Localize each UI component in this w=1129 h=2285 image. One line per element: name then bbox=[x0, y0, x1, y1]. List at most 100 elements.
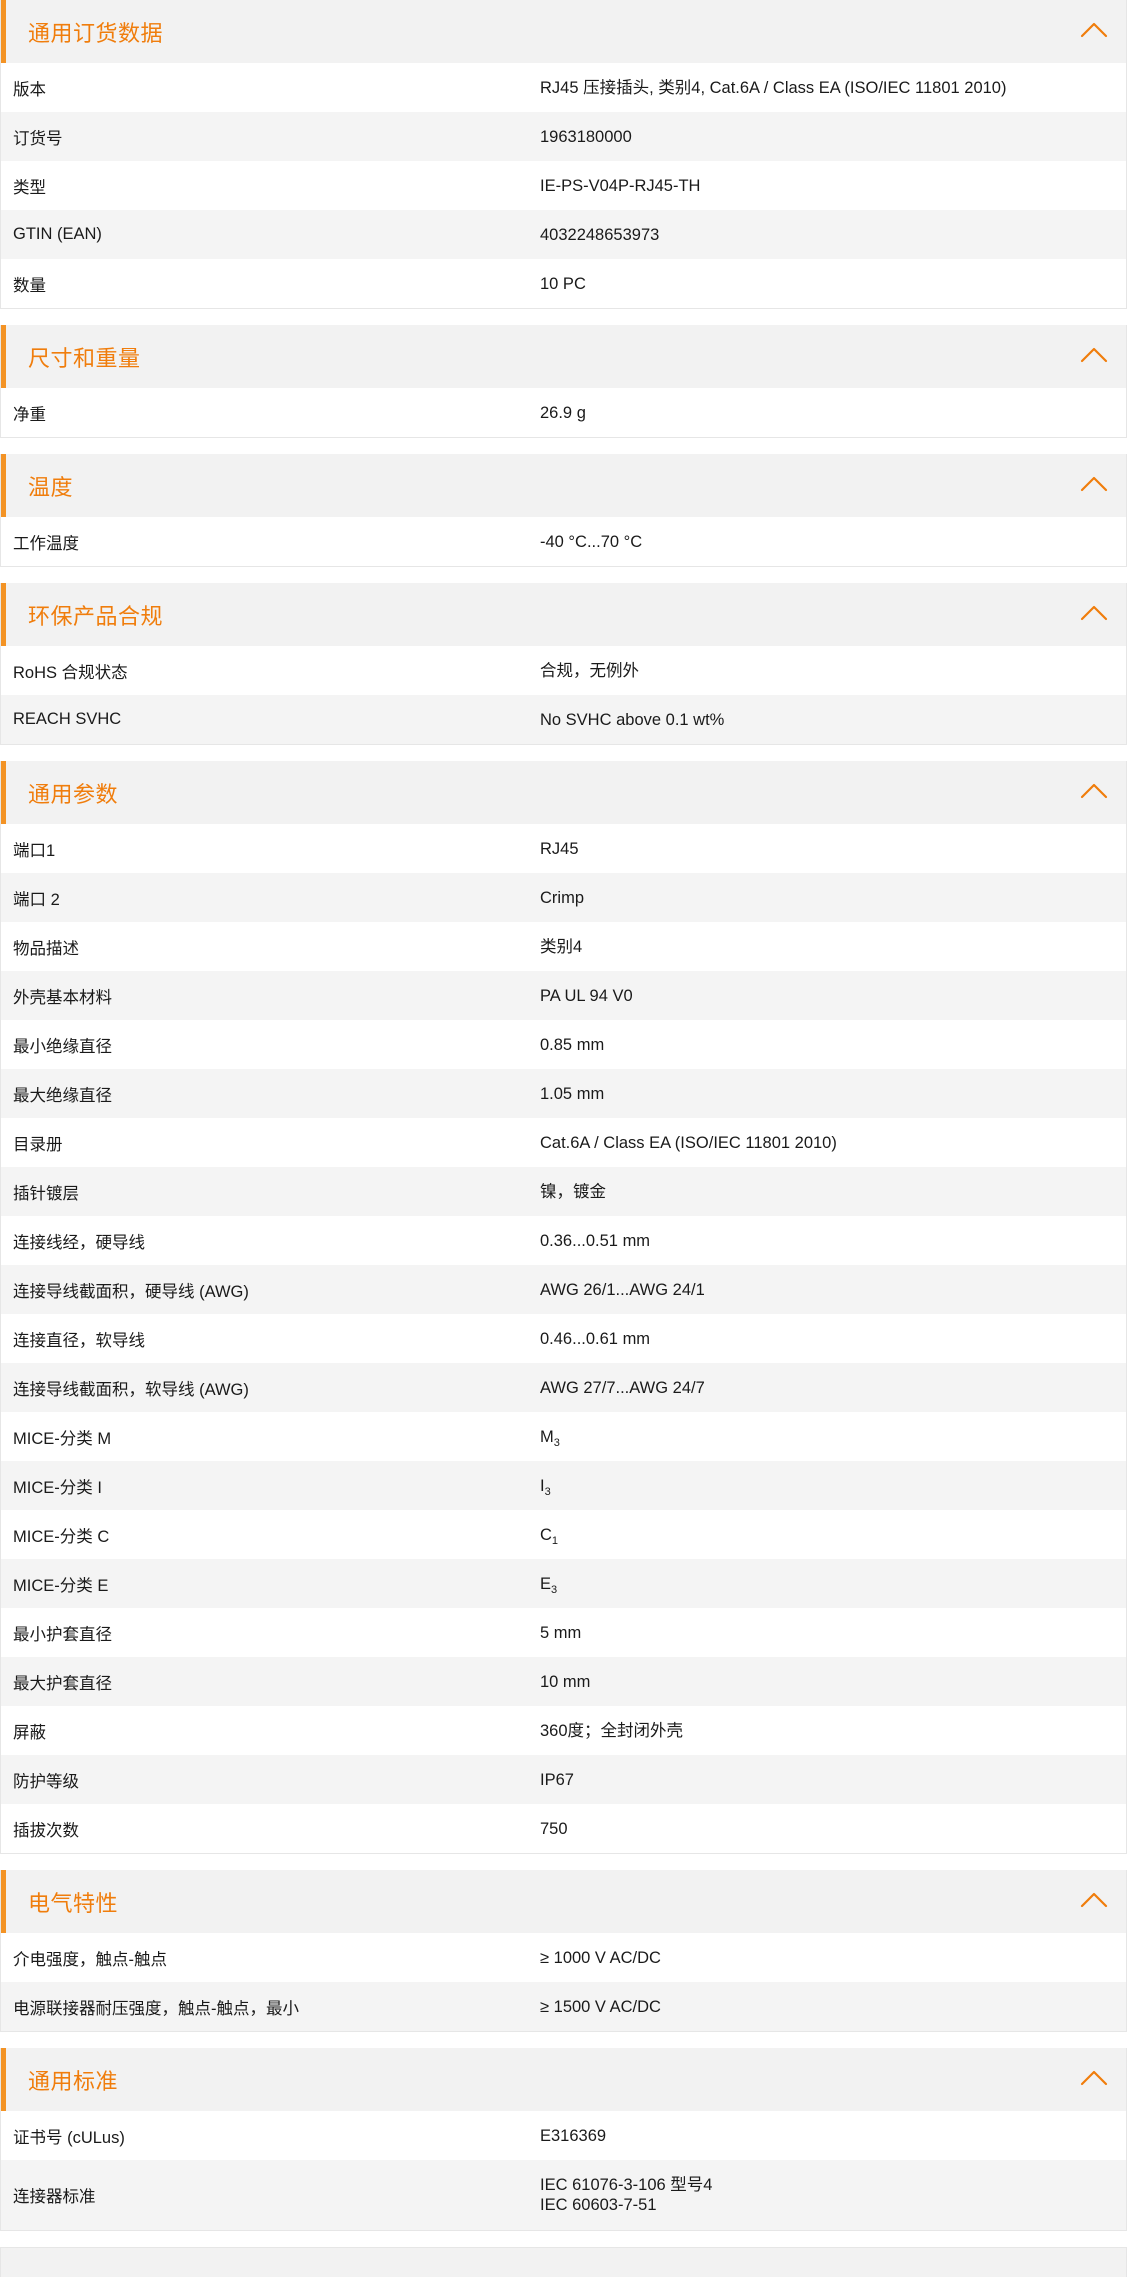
spec-value: -40 °C...70 °C bbox=[540, 532, 643, 551]
chevron-up-icon[interactable] bbox=[1080, 602, 1108, 624]
spec-label: REACH SVHC bbox=[13, 710, 122, 728]
spec-label: MICE-分类 I bbox=[13, 1478, 102, 1497]
spec-value: 750 bbox=[540, 1819, 568, 1838]
spec-label: MICE-分类 E bbox=[13, 1576, 109, 1595]
spec-label: 屏蔽 bbox=[13, 1723, 46, 1742]
spec-label: 端口 2 bbox=[13, 890, 60, 909]
chevron-up-icon[interactable] bbox=[1080, 473, 1108, 495]
spec-row: 净重 26.9 g bbox=[1, 388, 1126, 437]
spec-label: 最小绝缘直径 bbox=[13, 1037, 112, 1056]
chevron-up-icon[interactable] bbox=[1080, 1889, 1108, 1911]
spec-rows: 介电强度，触点-触点 ≥ 1000 V AC/DC 电源联接器耐压强度，触点-触点，… bbox=[1, 1933, 1126, 2031]
spec-value: 类别4 bbox=[540, 937, 583, 956]
spec-value: 1.05 mm bbox=[540, 1084, 605, 1103]
next-section-header-partial[interactable] bbox=[0, 2247, 1127, 2277]
section-title: 环保产品合规 bbox=[28, 603, 164, 629]
spec-section: 通用订货数据 版本 RJ45 压接插头, 类别4, Cat.6A / Class E… bbox=[0, 0, 1127, 309]
spec-row: 最小护套直径 5 mm bbox=[1, 1608, 1126, 1657]
spec-value: Cat.6A / Class EA (ISO/IEC 11801 2010) bbox=[540, 1133, 837, 1152]
spec-value: IE-PS-V04P-RJ45-TH bbox=[540, 176, 701, 195]
spec-value: 360度；全封闭外壳 bbox=[540, 1721, 684, 1740]
spec-section: 环保产品合规 RoHS 合规状态 合规，无例外 REACH SVHC No SVHC a… bbox=[0, 583, 1127, 745]
spec-sheet: 通用订货数据 版本 RJ45 压接插头, 类别4, Cat.6A / Class E… bbox=[0, 0, 1127, 2231]
spec-row: 端口1 RJ45 bbox=[1, 824, 1126, 873]
spec-value: 5 mm bbox=[540, 1623, 582, 1642]
spec-row: 版本 RJ45 压接插头, 类别4, Cat.6A / Class EA (ISO… bbox=[1, 63, 1126, 112]
section-header[interactable]: 电气特性 bbox=[1, 1870, 1126, 1933]
spec-label: 净重 bbox=[13, 405, 46, 424]
chevron-up-icon[interactable] bbox=[1080, 19, 1108, 41]
spec-value-line: IEC 60603-7-51 bbox=[540, 2196, 657, 2214]
spec-label: 证书号 (cULus) bbox=[13, 2128, 125, 2147]
spec-value: M3 bbox=[540, 1427, 1126, 1449]
spec-row: RoHS 合规状态 合规，无例外 bbox=[1, 646, 1126, 695]
spec-label: RoHS 合规状态 bbox=[13, 663, 128, 682]
section-header[interactable]: 环保产品合规 bbox=[1, 583, 1126, 646]
spec-row: 外壳基本材料 PA UL 94 V0 bbox=[1, 971, 1126, 1020]
spec-label: 连接线经，硬导线 bbox=[13, 1233, 145, 1252]
spec-value: 10 mm bbox=[540, 1672, 591, 1691]
spec-value: ≥ 1500 V AC/DC bbox=[540, 1997, 661, 2016]
spec-row: 防护等级 IP67 bbox=[1, 1755, 1126, 1804]
spec-row: 连接线经，硬导线 0.36...0.51 mm bbox=[1, 1216, 1126, 1265]
spec-row: 插拔次数 750 bbox=[1, 1804, 1126, 1853]
spec-row: 端口 2 Crimp bbox=[1, 873, 1126, 922]
spec-value: C1 bbox=[540, 1525, 1126, 1547]
spec-section: 通用标准证书号 (cULus) E316369 连接器标准 IEC 61076-3-1… bbox=[0, 2048, 1127, 2231]
section-header[interactable]: 温度 bbox=[1, 454, 1126, 517]
spec-rows: 工作温度 -40 °C...70 °C bbox=[1, 517, 1126, 566]
spec-rows: 净重 26.9 g bbox=[1, 388, 1126, 437]
spec-row: 证书号 (cULus) E316369 bbox=[1, 2111, 1126, 2160]
section-title: 尺寸和重量 bbox=[28, 345, 141, 371]
spec-value-subscript: 3 bbox=[544, 1485, 551, 1498]
spec-value: AWG 27/7...AWG 24/7 bbox=[540, 1378, 705, 1397]
spec-value: 26.9 g bbox=[540, 403, 586, 422]
spec-label: 介电强度，触点-触点 bbox=[13, 1950, 167, 1969]
spec-label: 连接导线截面积，软导线 (AWG) bbox=[13, 1380, 249, 1399]
spec-row: 电源联接器耐压强度，触点-触点，最小 ≥ 1500 V AC/DC bbox=[1, 1982, 1126, 2031]
spec-section: 通用参数 端口1 RJ45 端口 2 Crimp 物品描述 类别4 外壳基本材料 PA UL 9… bbox=[0, 761, 1127, 1854]
spec-row: 最小绝缘直径 0.85 mm bbox=[1, 1020, 1126, 1069]
spec-label: MICE-分类 C bbox=[13, 1527, 110, 1546]
spec-row: 最大绝缘直径 1.05 mm bbox=[1, 1069, 1126, 1118]
spec-row: 最大护套直径 10 mm bbox=[1, 1657, 1126, 1706]
spec-value: No SVHC above 0.1 wt% bbox=[540, 710, 725, 729]
spec-row: 物品描述 类别4 bbox=[1, 922, 1126, 971]
spec-label: 最小护套直径 bbox=[13, 1625, 112, 1644]
spec-row: 连接直径，软导线 0.46...0.61 mm bbox=[1, 1314, 1126, 1363]
spec-value: RJ45 压接插头, 类别4, Cat.6A / Class EA (ISO/I… bbox=[540, 78, 1007, 97]
spec-row: 插针镀层 镍，镀金 bbox=[1, 1167, 1126, 1216]
section-header[interactable]: 通用参数 bbox=[1, 761, 1126, 824]
chevron-up-icon[interactable] bbox=[1080, 780, 1108, 802]
spec-label: MICE-分类 M bbox=[13, 1429, 112, 1448]
spec-row: 类型 IE-PS-V04P-RJ45-TH bbox=[1, 161, 1126, 210]
spec-value: I3 bbox=[540, 1476, 1126, 1498]
chevron-up-icon[interactable] bbox=[1080, 344, 1108, 366]
spec-label: 工作温度 bbox=[13, 534, 79, 553]
spec-section: 温度工作温度 -40 °C...70 °C bbox=[0, 454, 1127, 567]
spec-value: IEC 61076-3-106 型号4 IEC 60603-7-51 bbox=[540, 2175, 1126, 2215]
spec-label: GTIN (EAN) bbox=[13, 225, 102, 243]
spec-value-main: E bbox=[540, 1574, 552, 1593]
section-header[interactable]: 通用订货数据 bbox=[1, 0, 1126, 63]
spec-row: GTIN (EAN) 4032248653973 bbox=[1, 210, 1126, 259]
spec-value: E316369 bbox=[540, 2126, 607, 2145]
spec-label: 电源联接器耐压强度，触点-触点，最小 bbox=[13, 1999, 299, 2018]
spec-value: 合规，无例外 bbox=[540, 661, 639, 680]
spec-label: 最大护套直径 bbox=[13, 1674, 112, 1693]
section-header[interactable]: 尺寸和重量 bbox=[1, 325, 1126, 388]
spec-rows: 版本 RJ45 压接插头, 类别4, Cat.6A / Class EA (ISO… bbox=[1, 63, 1126, 308]
spec-label: 数量 bbox=[13, 276, 46, 295]
spec-row: 工作温度 -40 °C...70 °C bbox=[1, 517, 1126, 566]
spec-label: 防护等级 bbox=[13, 1772, 79, 1791]
spec-value-main: C bbox=[540, 1525, 552, 1544]
spec-section: 尺寸和重量净重 26.9 g bbox=[0, 325, 1127, 438]
spec-label: 插拔次数 bbox=[13, 1821, 79, 1840]
spec-value-subscript: 3 bbox=[551, 1583, 558, 1596]
chevron-up-icon[interactable] bbox=[1080, 2067, 1108, 2089]
section-header[interactable]: 通用标准 bbox=[1, 2048, 1126, 2111]
section-title: 温度 bbox=[28, 474, 74, 500]
spec-row: 订货号 1963180000 bbox=[1, 112, 1126, 161]
spec-value: Crimp bbox=[540, 888, 584, 907]
spec-label: 连接器标准 bbox=[13, 2188, 96, 2206]
